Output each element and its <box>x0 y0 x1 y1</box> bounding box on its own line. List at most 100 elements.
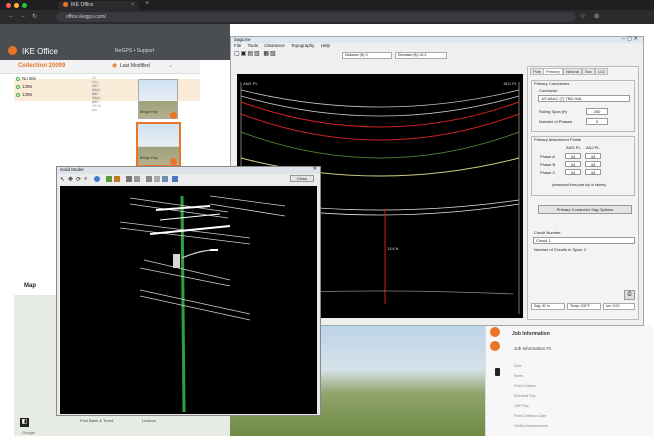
window-controls-icon[interactable]: –▢✕ <box>622 36 640 42</box>
info-icon[interactable] <box>172 176 178 182</box>
layers-icon[interactable] <box>134 176 140 182</box>
job-title[interactable]: Job Information #1 <box>514 346 551 351</box>
status-ring-icon <box>16 85 20 89</box>
tab-sec[interactable]: Sec <box>582 68 595 75</box>
back-icon[interactable]: ← <box>8 13 14 19</box>
sagline-menu: File Tools Clearance Topography Help <box>234 43 330 48</box>
circuits-in-span: Number of Circuits in Span: 2 <box>534 247 587 252</box>
ruling-span-label: Ruling Span (ft) <box>539 109 567 114</box>
delete-icon[interactable] <box>495 368 500 376</box>
tool-icon[interactable] <box>162 176 168 182</box>
pointer-icon[interactable]: ↖ <box>60 176 66 183</box>
tab-primary[interactable]: Primary <box>543 68 563 75</box>
group-legend: Primary Conductors <box>534 81 570 86</box>
map-attribution: Google <box>22 430 35 435</box>
globe-icon[interactable] <box>94 176 100 182</box>
map-zoom-icon[interactable]: ◧ <box>20 418 29 427</box>
app-brand: IKE Office <box>22 47 58 56</box>
measure-icon[interactable] <box>490 341 500 351</box>
right-pole-label: ADJ PL <box>503 81 517 86</box>
print-icon[interactable]: ⎙ <box>624 290 635 300</box>
rotate-icon[interactable]: ⟳ <box>76 176 82 183</box>
sag-options-button[interactable]: Primary Conductor Sag Options <box>538 205 632 214</box>
pole-3d-drawing <box>119 195 286 413</box>
phase-input[interactable]: 43 <box>565 169 581 175</box>
browser-tab[interactable]: IKE Office × <box>58 1 138 10</box>
phase-input[interactable]: 43 <box>585 169 601 175</box>
zoom-window-icon[interactable] <box>22 3 27 8</box>
column-header: ADJ PL <box>586 145 600 150</box>
close-window-icon[interactable] <box>6 3 11 8</box>
group-legend: Primary Attachment Points <box>534 137 582 142</box>
circuit-select[interactable]: Circuit 1 <box>533 237 635 244</box>
field-label: Notes <box>514 374 524 378</box>
menu-clearance[interactable]: Clearance <box>264 43 285 48</box>
thumbnail-label: Bridge Hwy <box>140 156 158 160</box>
map-place-label: Lexicon <box>142 418 156 423</box>
solid-model-titlebar[interactable]: Solid Model ✕ <box>57 166 320 174</box>
tab-neutral[interactable]: Neutral <box>563 68 582 75</box>
tool-icon[interactable] <box>154 176 160 182</box>
list-item[interactable]: No title 03 May, 2017 10:19 pm <box>14 76 104 96</box>
menu-tools[interactable]: Tools <box>247 43 258 48</box>
column-header: ANG PL <box>566 145 581 150</box>
phase-input[interactable]: 43 <box>585 153 601 159</box>
menu-topography[interactable]: Topography <box>291 43 315 48</box>
conductor-label: Conductor <box>539 88 558 93</box>
status-temp: Temp: 200°F <box>567 303 601 310</box>
pan-icon[interactable]: ✥ <box>68 176 74 183</box>
phase-label: Phase A <box>540 154 555 159</box>
zoom-icon[interactable]: ⌕ <box>84 176 90 182</box>
url-field[interactable]: office.ikegps.com/ <box>56 12 576 22</box>
collection-title[interactable]: Collection 20099 <box>18 63 65 69</box>
minimize-window-icon[interactable] <box>14 3 19 8</box>
support-link[interactable]: IkeGPS • Support <box>115 48 154 54</box>
reload-icon[interactable]: ↻ <box>32 13 37 20</box>
phase-input[interactable]: 43 <box>565 153 581 159</box>
phases-select[interactable]: 3 <box>586 118 608 125</box>
circuit-label: Circuit Number <box>534 230 561 235</box>
close-button[interactable]: Close <box>290 175 314 182</box>
bookmark-icon[interactable]: ☆ <box>580 13 585 20</box>
pole-shaft <box>180 195 186 413</box>
settings-icon[interactable] <box>126 176 132 182</box>
phase-input[interactable]: 43 <box>585 161 601 167</box>
job-info-panel <box>485 325 654 436</box>
field-label: Verified Measurement <box>514 424 549 428</box>
extensions-icon[interactable]: ⚙ <box>594 13 599 20</box>
ruling-span-select[interactable]: 250 <box>586 108 608 115</box>
list-item[interactable]: 1396 03 May, 2017 10:19 pm <box>14 92 104 112</box>
window-title: Solid Model <box>60 167 84 172</box>
view-icon[interactable] <box>106 176 112 182</box>
measurement-note: (measured from pole top in inches) <box>552 183 607 187</box>
status-ring-icon <box>16 77 20 81</box>
conductor-select[interactable]: 1/0 AAAC (7) TBD HAL <box>538 95 630 102</box>
tab-pole[interactable]: Pole <box>530 68 545 75</box>
conductor-curve <box>240 89 520 108</box>
wire <box>209 195 286 207</box>
field-label: Electrical Rep <box>514 394 536 398</box>
status-ice: Ice: 0.00 <box>603 303 635 310</box>
map-tab[interactable]: Map <box>24 283 36 289</box>
field-label: OSP Rep <box>514 404 529 408</box>
distance-field: Distance (ft): 0 <box>342 52 392 59</box>
tab-loj[interactable]: LOJ <box>595 68 609 75</box>
close-icon[interactable]: ✕ <box>313 166 317 172</box>
toolbar-icons[interactable]: ▢▣▤▥ ▦▧ <box>234 50 277 57</box>
solid-model-canvas[interactable] <box>60 186 317 414</box>
conductor-curve <box>240 131 520 159</box>
list-item[interactable]: 1396 03 May, 2017 10:19 pm <box>14 84 104 104</box>
forward-icon[interactable]: → <box>20 13 26 19</box>
tool-icon[interactable] <box>146 176 152 182</box>
close-tab-icon[interactable]: × <box>131 1 134 10</box>
new-tab-icon[interactable]: + <box>145 0 149 7</box>
wire <box>209 203 286 217</box>
view-icon[interactable] <box>114 176 120 182</box>
menu-file[interactable]: File <box>234 43 241 48</box>
phase-label: Phase B <box>540 162 556 167</box>
menu-help[interactable]: Help <box>321 43 330 48</box>
sort-dropdown[interactable]: Last Modified <box>120 63 150 69</box>
phase-input[interactable]: 43 <box>565 161 581 167</box>
chevron-down-icon[interactable]: ⌄ <box>168 62 173 69</box>
pin-icon[interactable] <box>490 327 500 337</box>
